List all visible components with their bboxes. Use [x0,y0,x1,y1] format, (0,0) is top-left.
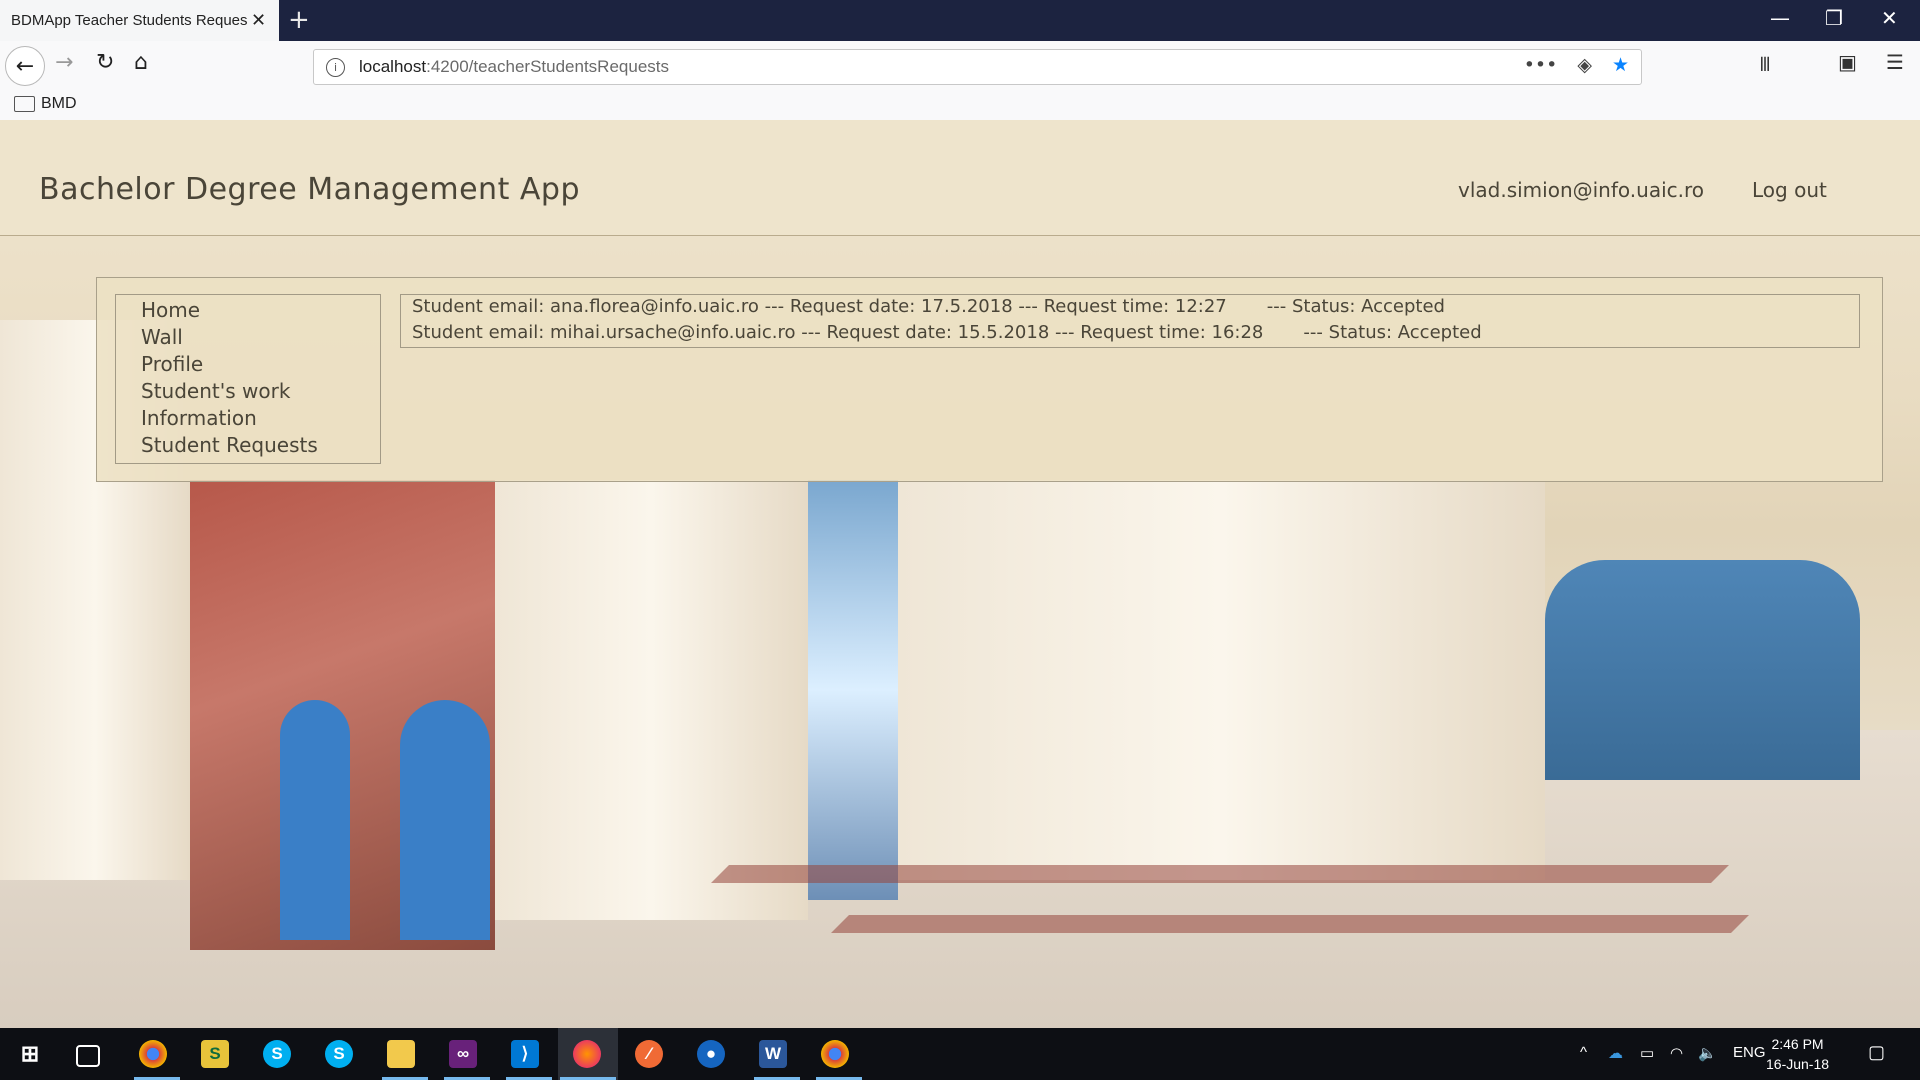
reload-button[interactable]: ↻ [96,50,114,75]
minimize-button[interactable]: — [1770,6,1790,30]
chrome-icon[interactable] [821,1040,849,1068]
skype-icon[interactable]: S [325,1040,353,1068]
folder-icon [14,96,35,112]
menu-item-information[interactable]: Information [141,406,257,430]
chrome-icon[interactable] [139,1040,167,1068]
close-window-button[interactable]: ✕ [1881,6,1898,30]
show-hidden-icons[interactable]: ^ [1580,1044,1587,1061]
app-title: Bachelor Degree Management App [39,172,580,207]
pocket-icon[interactable]: ◈ [1577,54,1592,76]
onedrive-icon[interactable]: ☁ [1608,1044,1623,1062]
background-column [495,480,808,920]
menu-item-students-work[interactable]: Student's work [141,379,290,403]
address-bar[interactable]: i localhost:4200/teacherStudentsRequests… [313,49,1642,85]
tab-title: BDMApp Teacher Students Requests [11,12,247,29]
requests-list: Student email: ana.florea@info.uaic.ro -… [400,294,1860,348]
request-item: Student email: ana.florea@info.uaic.ro -… [412,296,1445,317]
sway-icon[interactable]: S [201,1040,229,1068]
app-header: Bachelor Degree Management App vlad.simi… [0,120,1920,236]
word-icon[interactable]: W [759,1040,787,1068]
new-tab-button[interactable]: + [288,5,310,35]
site-info-icon[interactable]: i [326,57,345,77]
background-mural-right [1545,560,1860,780]
battery-icon[interactable]: ▭ [1640,1044,1654,1062]
os-taskbar: ⊞ S S S ∞ ⟩ ⁄ ● W ^ ☁ ▭ ◠ 🔈 ENG 2:46 PM … [0,1028,1920,1080]
firefox-icon[interactable] [573,1040,601,1068]
system-clock[interactable]: 2:46 PM 16-Jun-18 [1766,1034,1829,1074]
vscode-icon[interactable]: ⟩ [511,1040,539,1068]
menu-item-wall[interactable]: Wall [141,325,183,349]
restore-button[interactable]: ❐ [1825,6,1843,30]
page-actions-icon[interactable]: ••• [1524,54,1558,76]
user-email-link[interactable]: vlad.simion@info.uaic.ro [1458,178,1704,202]
browser-tab-strip: BDMApp Teacher Students Requests ✕ + — ❐… [0,0,1920,41]
main-panel: Home Wall Profile Student's work Informa… [96,277,1883,482]
request-item: Student email: mihai.ursache@info.uaic.r… [412,322,1482,343]
background-floor-stripe [831,915,1749,933]
back-button[interactable]: ← [5,46,45,86]
bookmark-label: BMD [41,95,77,112]
menu-item-home[interactable]: Home [141,298,200,322]
menu-item-profile[interactable]: Profile [141,352,203,376]
wifi-icon[interactable]: ◠ [1670,1044,1683,1062]
home-button[interactable]: ⌂ [134,50,148,75]
clock-date: 16-Jun-18 [1766,1056,1830,1072]
url-text[interactable]: localhost:4200/teacherStudentsRequests [359,57,669,77]
page-content: Bachelor Degree Management App vlad.simi… [0,120,1920,1028]
language-indicator[interactable]: ENG [1733,1044,1766,1061]
background-arch-left [280,700,350,940]
bookmark-folder[interactable]: BMD [14,95,77,113]
maps-icon[interactable]: ● [697,1040,725,1068]
skype-icon[interactable]: S [263,1040,291,1068]
postman-icon[interactable]: ⁄ [635,1040,663,1068]
background-floor-stripe [711,865,1729,883]
background-mural-middle [808,480,898,900]
menu-icon[interactable]: ☰ [1886,50,1904,74]
arrow-left-icon: ← [15,53,35,79]
task-view-icon[interactable] [76,1045,100,1067]
forward-button[interactable]: → [55,50,73,75]
volume-icon[interactable]: 🔈 [1698,1044,1717,1062]
side-menu: Home Wall Profile Student's work Informa… [115,294,381,464]
bookmark-star-icon[interactable]: ★ [1612,54,1629,76]
library-icon[interactable]: 𝍫 [1760,50,1770,84]
menu-item-student-requests[interactable]: Student Requests [141,433,318,457]
browser-tab[interactable]: BDMApp Teacher Students Requests ✕ [0,0,279,41]
background-arch-right [400,700,490,940]
clock-time: 2:46 PM [1771,1036,1824,1052]
bookmarks-toolbar: BMD [0,92,1920,121]
notifications-icon[interactable]: ▢ [1868,1042,1885,1063]
visual-studio-icon[interactable]: ∞ [449,1040,477,1068]
file-explorer-icon[interactable] [387,1040,415,1068]
background-arcade [898,480,1545,880]
windows-start-icon[interactable]: ⊞ [16,1040,44,1068]
close-tab-icon[interactable]: ✕ [251,10,266,31]
sidebar-icon[interactable]: ▣ [1838,50,1857,74]
browser-navbar: ← → ↻ ⌂ i localhost:4200/teacherStudents… [0,41,1920,92]
logout-link[interactable]: Log out [1752,178,1827,202]
